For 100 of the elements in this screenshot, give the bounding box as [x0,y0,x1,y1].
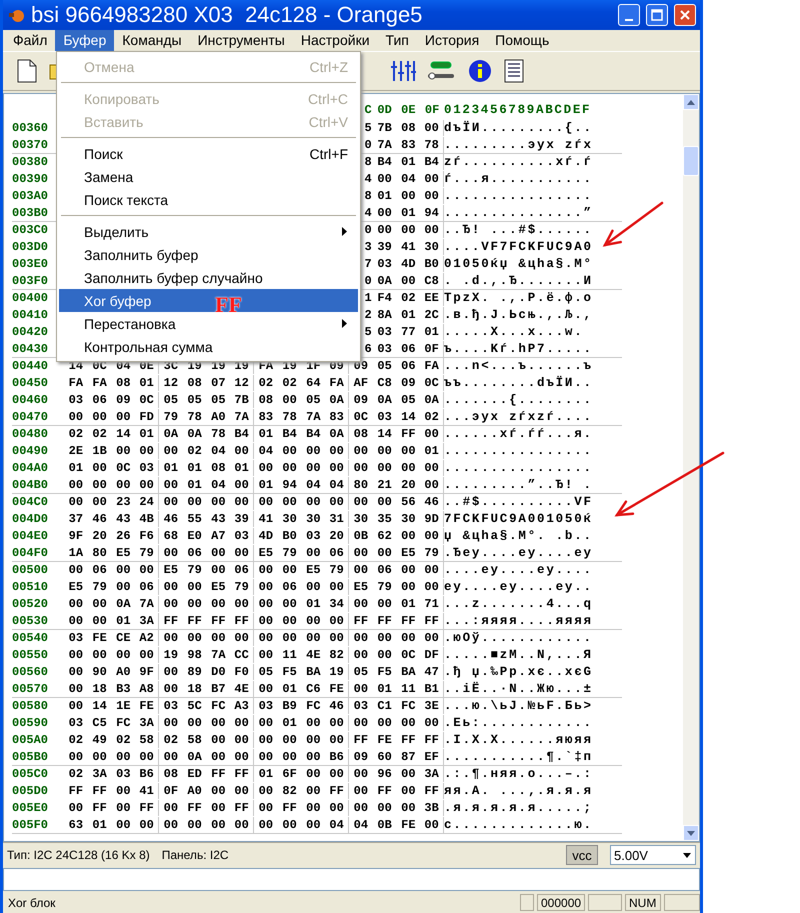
hex-byte: 03 [352,698,370,714]
menu-option[interactable]: Замена [59,165,358,188]
menu-option[interactable]: Поиск текста [59,188,358,211]
menu-option[interactable]: Контрольная сумма [59,335,358,358]
menu-item[interactable]: История [416,30,488,51]
scrollbar[interactable] [683,94,699,841]
hex-byte: 78 [281,409,298,425]
hex-byte: 3 [364,240,373,254]
menu-item[interactable]: Буфер [55,30,114,51]
menu-option[interactable]: Заполнить буфер [59,243,358,266]
address-label: 00370 [12,138,50,152]
hex-byte: 00 [352,681,370,697]
hex-byte: 00 [186,630,203,646]
hex-byte: 02 [281,375,298,391]
hex-byte: 12 [230,375,254,391]
hex-byte: FA [325,375,349,391]
hex-byte: 9F [68,528,84,544]
scroll-down-icon[interactable] [683,825,699,841]
hex-byte: 02 [68,732,84,748]
address-label: 00540 [12,631,50,645]
hex-byte: 00 [91,749,108,765]
address-label: 00590 [12,716,50,730]
info-icon[interactable] [468,59,492,83]
hex-byte: 00 [162,443,180,459]
address-label: 00460 [12,393,50,407]
address-label: 00440 [12,359,50,373]
hex-byte: EF [420,749,444,765]
menu-option[interactable]: Выделить [59,220,358,243]
hex-byte: 01 [230,460,254,476]
menu-option[interactable]: Заполнить буфер случайно [59,266,358,289]
hex-byte: 00 [305,579,322,595]
hex-byte: 00 [91,596,108,612]
hex-byte: 94 [420,205,444,221]
maximize-button[interactable] [646,4,668,26]
hex-byte: FF [186,613,203,629]
hex-byte: FA [91,375,108,391]
hex-byte: 00 [162,817,180,833]
hex-byte: 00 [162,630,180,646]
sliders-icon[interactable] [390,59,416,83]
hex-byte: 00 [420,817,444,833]
hex-byte: 00 [68,647,84,663]
hex-byte: 00 [115,562,132,578]
hex-byte: 83 [400,137,417,153]
address-label: 005D0 [12,784,50,798]
hex-byte: FC [400,698,417,714]
minimize-button[interactable] [618,4,640,26]
hex-byte: 0C [352,409,370,425]
menu-option[interactable]: Поиск Ctrl+F [59,142,358,165]
new-document-icon[interactable] [17,59,37,83]
hex-byte: 03 [162,698,180,714]
ascii-text: .я.я.я.я.я.....; [444,800,593,816]
menu-item[interactable]: Команды [114,30,190,51]
hex-byte: FE [376,732,393,748]
hex-byte: 00 [135,443,159,459]
ascii-text: ...эух zѓxzѓ.... [444,409,593,425]
hex-byte: 03 [68,630,84,646]
hex-byte: 00 [68,681,84,697]
hex-byte: 00 [400,630,417,646]
hex-byte: 00 [162,715,180,731]
hex-byte: 08 [115,375,132,391]
document-icon[interactable] [504,59,524,83]
hex-byte: BA [305,664,322,680]
menu-item[interactable]: Тип [378,30,417,51]
hex-byte: FF [162,613,180,629]
hex-byte: B4 [376,154,393,170]
hex-byte: 00 [305,749,322,765]
status-panel [664,894,700,911]
column-header: 0F [424,102,440,118]
scroll-thumb[interactable] [683,146,699,176]
hex-byte: B4 [305,426,322,442]
hex-byte: 00 [135,647,159,663]
menu-item[interactable]: Инструменты [190,30,293,51]
hex-byte: F6 [135,528,159,544]
hex-byte: 01 [376,188,393,204]
hex-byte: 00 [352,545,370,561]
log-field[interactable] [3,868,700,891]
scroll-up-icon[interactable] [683,94,699,110]
chip-type-label: Тип: I2C 24C128 (16 Kx 8) [7,848,150,862]
hex-byte: 00 [281,392,298,408]
menu-item[interactable]: Настройки [292,30,378,51]
vcc-button[interactable]: vcc [566,845,598,865]
hex-byte: 00 [258,749,274,765]
hex-byte: 12 [162,375,180,391]
hex-byte: DF [420,647,444,663]
hex-byte: 80 [352,477,370,493]
menu-item[interactable]: Файл [5,30,56,51]
menu-item[interactable]: Помощь [487,30,558,51]
hex-byte: E5 [68,579,84,595]
hex-byte: 00 [68,698,84,714]
close-button[interactable] [674,4,696,26]
hex-byte: 0C [420,375,444,391]
voltage-select[interactable]: 5.00V [610,845,696,865]
hex-byte: FC [210,698,227,714]
hex-byte: 04 [325,817,349,833]
hex-byte: 08 [186,375,203,391]
hex-byte: 00 [115,783,132,799]
hex-byte: 11 [281,647,298,663]
hex-byte: A8 [135,681,159,697]
hex-byte: ED [186,766,203,782]
hex-byte: FF [420,783,444,799]
